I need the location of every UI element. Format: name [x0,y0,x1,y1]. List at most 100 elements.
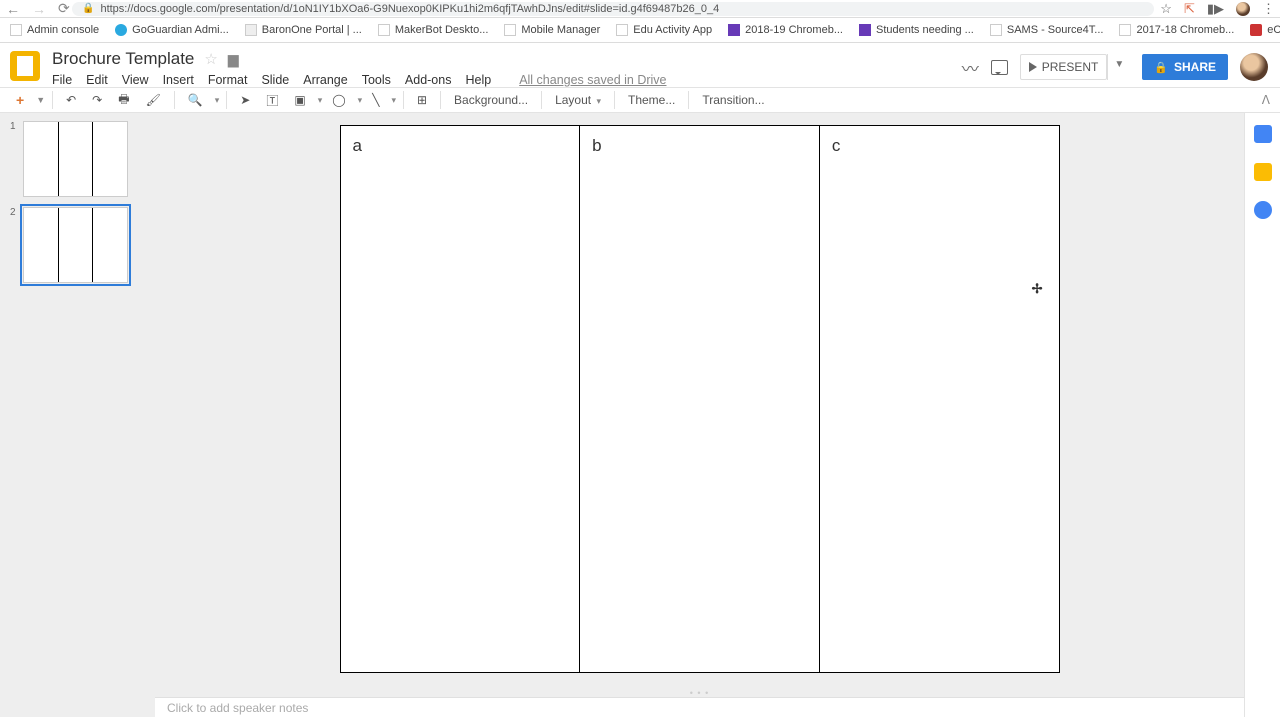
menu-insert[interactable]: Insert [163,73,194,87]
play-icon [1029,62,1037,72]
thumbnail-row[interactable]: 2 [10,207,145,283]
bookmark-item[interactable]: Mobile Manager [504,24,600,36]
new-slide-button[interactable]: + [10,89,30,111]
select-tool[interactable]: ➤ [234,90,256,110]
menu-addons[interactable]: Add-ons [405,73,452,87]
page-icon [245,24,257,36]
slide-number: 1 [10,121,18,132]
url-text: https://docs.google.com/presentation/d/1… [100,3,719,15]
bookmark-item[interactable]: GoGuardian Admi... [115,24,229,36]
move-folder-icon[interactable]: ▆ [228,51,239,68]
move-cursor-icon: ✢ [1032,281,1043,297]
page-icon [616,24,628,36]
redo-button[interactable]: ↷ [86,90,108,110]
menu-format[interactable]: Format [208,73,248,87]
tasks-icon[interactable] [1254,201,1272,219]
slide-thumbnail-selected[interactable] [23,207,128,283]
bookmark-item[interactable]: Admin console [10,24,99,36]
save-status[interactable]: All changes saved in Drive [519,73,666,87]
menu-help[interactable]: Help [465,73,491,87]
theme-button[interactable]: Theme... [622,90,681,110]
bookmark-item[interactable]: BaronOne Portal | ... [245,24,362,36]
menu-view[interactable]: View [122,73,149,87]
menu-bar: File Edit View Insert Format Slide Arran… [52,73,666,87]
menu-file[interactable]: File [52,73,72,87]
line-tool[interactable]: ╲ [366,90,385,110]
doc-title[interactable]: Brochure Template [52,49,194,69]
explore-icon[interactable]: 〰 [962,55,979,80]
bookmark-item[interactable]: Edu Activity App [616,24,712,36]
ecampus-icon [1250,24,1262,36]
slide[interactable]: a b c ✢ [340,125,1060,673]
brochure-panel-c[interactable]: c ✢ [820,126,1059,672]
image-tool[interactable]: ▣ [288,90,311,110]
present-dropdown[interactable]: ▼ [1107,54,1130,80]
bookmark-item[interactable]: MakerBot Deskto... [378,24,489,36]
menu-arrange[interactable]: Arrange [303,73,347,87]
menu-tools[interactable]: Tools [362,73,391,87]
url-bar[interactable]: 🔒 https://docs.google.com/presentation/d… [72,2,1154,16]
background-button[interactable]: Background... [448,90,534,110]
textbox-tool[interactable]: 🅃 [260,89,284,112]
bookmark-item[interactable]: 2017-18 Chromeb... [1119,24,1234,36]
comments-icon[interactable] [991,60,1008,75]
chevron-down-icon[interactable]: ▾ [358,95,363,106]
slide-thumbnail[interactable] [23,121,128,197]
browser-toolbar: ← → ⟳ 🔒 https://docs.google.com/presenta… [0,0,1280,18]
slides-logo-icon[interactable] [10,51,40,81]
chevron-down-icon[interactable]: ▾ [215,95,220,106]
bookmark-item[interactable]: 2018-19 Chromeb... [728,24,843,36]
thumbnail-row[interactable]: 1 [10,121,145,197]
slide-canvas-area[interactable]: a b c ✢ • • • Click to add speaker notes [155,113,1244,717]
undo-button[interactable]: ↶ [60,90,82,110]
profile-avatar-icon[interactable] [1236,2,1250,16]
stop-icon[interactable]: ▮▶ [1207,1,1224,17]
page-icon [378,24,390,36]
page-icon [504,24,516,36]
menu-edit[interactable]: Edit [86,73,108,87]
collapse-toolbar-icon[interactable]: ᐱ [1262,93,1270,107]
keep-icon[interactable] [1254,163,1272,181]
bookmark-item[interactable]: SAMS - Source4T... [990,24,1104,36]
present-button[interactable]: PRESENT [1020,54,1108,80]
speaker-notes[interactable]: Click to add speaker notes [155,697,1244,717]
browser-right-icons: ☆ ⇱ ▮▶ ⋮ [1160,1,1274,17]
page-icon [10,24,22,36]
lock-icon: 🔒 [1154,61,1168,74]
chevron-down-icon[interactable]: ▾ [391,95,396,106]
star-icon[interactable]: ☆ [1160,1,1172,17]
sheets-icon [728,24,740,36]
reload-icon[interactable]: ⟳ [58,0,70,17]
sheets-icon [859,24,871,36]
account-avatar-icon[interactable] [1240,53,1268,81]
cast-icon[interactable]: ⇱ [1184,1,1195,17]
share-button[interactable]: 🔒 SHARE [1142,54,1228,80]
star-icon[interactable]: ☆ [204,50,217,68]
toolbar: +▼ ↶ ↷ 🖶 🖌 🔍▾ ➤ 🅃 ▣▾ ◯▾ ╲▾ ⊞ Background.… [0,87,1280,113]
comment-insert-button[interactable]: ⊞ [411,90,433,110]
app-header: Brochure Template ☆ ▆ File Edit View Ins… [0,43,1280,87]
chevron-down-icon[interactable]: ▼ [36,95,45,105]
bookmark-item[interactable]: eCampus: Home [1250,24,1280,36]
chevron-down-icon: ▾ [596,96,601,106]
bookmark-item[interactable]: Students needing ... [859,24,974,36]
back-icon[interactable]: ← [6,1,20,17]
brochure-panel-b[interactable]: b [580,126,820,672]
transition-button[interactable]: Transition... [696,90,770,110]
brochure-panel-a[interactable]: a [341,126,581,672]
slide-filmstrip[interactable]: 1 2 [0,113,155,717]
kebab-menu-icon[interactable]: ⋮ [1262,1,1274,17]
shape-tool[interactable]: ◯ [326,90,351,110]
lock-icon: 🔒 [82,3,94,14]
layout-button[interactable]: Layout ▾ [549,90,607,110]
browser-nav: ← → ⟳ [6,0,66,17]
side-panel [1244,113,1280,717]
print-button[interactable]: 🖶 [112,87,135,114]
paint-format-button[interactable]: 🖌 [140,90,167,110]
chevron-down-icon[interactable]: ▾ [318,95,323,106]
zoom-button[interactable]: 🔍 [182,90,209,110]
menu-slide[interactable]: Slide [261,73,289,87]
calendar-icon[interactable] [1254,125,1272,143]
main-area: 1 2 a b c ✢ • • • Click to add speaker n… [0,113,1280,717]
goguardian-icon [115,24,127,36]
